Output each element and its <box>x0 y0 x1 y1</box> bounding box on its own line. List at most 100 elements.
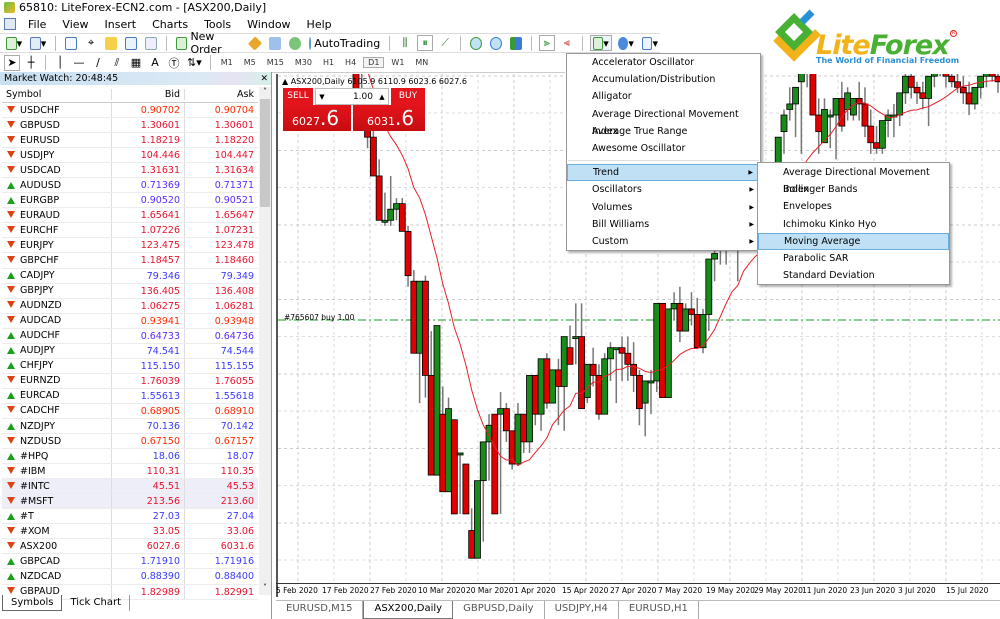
navigator-button[interactable] <box>103 35 119 51</box>
submenu-item-standard-deviation[interactable]: Standard Deviation <box>758 267 949 284</box>
trade-line-label[interactable]: #765607 buy 1.00 <box>284 313 354 322</box>
timeframe-m30[interactable]: M30 <box>291 58 316 67</box>
market-watch-row[interactable]: CADCHF 0.68905 0.68910 <box>2 403 258 419</box>
timeframe-mn[interactable]: MN <box>411 58 432 67</box>
menu-tools[interactable]: Tools <box>196 18 239 31</box>
terminal-button[interactable] <box>123 35 139 51</box>
scroll-thumb[interactable] <box>260 99 270 207</box>
lot-size-value[interactable]: 1.00 <box>328 92 376 102</box>
lot-size-field[interactable]: ▼ 1.00 ▲ <box>315 88 389 105</box>
market-watch-row[interactable]: #INTC 45.51 45.53 <box>2 479 258 495</box>
menu-item-accumulation-distribution[interactable]: Accumulation/Distribution <box>567 71 760 88</box>
market-watch-row[interactable]: GBPCAD 1.71910 1.71916 <box>2 554 258 570</box>
timeframe-h1[interactable]: H1 <box>319 58 338 67</box>
menu-item-awesome-oscillator[interactable]: Awesome Oscillator <box>567 140 760 157</box>
indicators-button[interactable]: ▾ <box>589 35 612 51</box>
market-watch-row[interactable]: #T 27.03 27.04 <box>2 509 258 525</box>
chart-tab-eurusd-m15[interactable]: EURUSD,M15 <box>276 601 364 619</box>
periods-button[interactable]: ▾ <box>616 35 636 51</box>
sell-price[interactable]: 6027.6 <box>283 105 351 131</box>
submenu-item-moving-average[interactable]: Moving Average <box>758 232 949 250</box>
zoom-in-button[interactable] <box>468 35 484 51</box>
zoom-out-button[interactable] <box>488 35 504 51</box>
menu-item-trend[interactable]: Trend ▶ <box>567 164 760 182</box>
submenu-item-ichimoku[interactable]: Ichimoku Kinko Hyo <box>758 216 949 233</box>
buy-price[interactable]: 6031.6 <box>353 105 425 131</box>
market-watch-row[interactable]: EURUSD 1.18219 1.18220 <box>2 133 258 149</box>
timeframe-h4[interactable]: H4 <box>341 58 360 67</box>
market-watch-row[interactable]: USDCHF 0.90702 0.90704 <box>2 103 258 119</box>
text-button[interactable]: A <box>147 55 163 71</box>
market-watch-row[interactable]: NZDCAD 0.88390 0.88400 <box>2 569 258 585</box>
menu-charts[interactable]: Charts <box>144 18 196 31</box>
data-window-button[interactable]: ⌖ <box>83 35 99 51</box>
market-watch-row[interactable]: #XOM 33.05 33.06 <box>2 524 258 540</box>
menu-view[interactable]: View <box>54 18 96 31</box>
market-watch-row[interactable]: AUDCHF 0.64733 0.64736 <box>2 328 258 344</box>
chart-tab-usdjpy-h4[interactable]: USDJPY,H4 <box>545 601 619 619</box>
market-watch-row[interactable]: NZDUSD 0.67150 0.67157 <box>2 434 258 450</box>
candlestick-button[interactable]: ⏸ <box>417 35 434 51</box>
fibonacci-button[interactable]: ▦ <box>128 55 144 71</box>
market-watch-row[interactable]: AUDCAD 0.93941 0.93948 <box>2 313 258 329</box>
column-ask[interactable]: Ask <box>185 89 258 100</box>
timeframe-m1[interactable]: M1 <box>217 58 237 67</box>
chart-tab-gbpusd-daily[interactable]: GBPUSD,Daily <box>453 601 545 619</box>
new-chart-button[interactable]: ▾ <box>4 35 24 51</box>
metaeditor-button[interactable] <box>247 35 263 51</box>
timeframe-d1[interactable]: D1 <box>363 57 385 68</box>
market-watch-row[interactable]: USDCAD 1.31631 1.31634 <box>2 163 258 179</box>
cursor-button[interactable]: ➤ <box>4 54 20 71</box>
timeframe-w1[interactable]: W1 <box>387 58 408 67</box>
line-chart-button[interactable]: ⟋ <box>437 35 453 51</box>
market-watch-row[interactable]: EURCAD 1.55613 1.55618 <box>2 388 258 404</box>
menu-file[interactable]: File <box>20 18 54 31</box>
tab-tick-chart[interactable]: Tick Chart <box>62 595 130 611</box>
tab-symbols[interactable]: Symbols <box>2 595 63 611</box>
market-watch-row[interactable]: EURGBP 0.90520 0.90521 <box>2 193 258 209</box>
lot-increase-icon[interactable]: ▲ <box>376 93 388 101</box>
menu-item-bill-williams[interactable]: Bill Williams ▶ <box>567 216 760 233</box>
market-watch-row[interactable]: AUDNZD 1.06275 1.06281 <box>2 298 258 314</box>
menu-item-oscillators[interactable]: Oscillators ▶ <box>567 181 760 198</box>
timeframe-m15[interactable]: M15 <box>263 58 288 67</box>
menu-help[interactable]: Help <box>299 18 340 31</box>
chart-shift-button[interactable]: ⫷ <box>559 35 575 51</box>
profiles-button[interactable]: ▾ <box>28 35 48 51</box>
tile-windows-button[interactable] <box>508 35 524 51</box>
arrows-button[interactable]: ⇅▾ <box>185 55 204 71</box>
market-watch-row[interactable]: EURJPY 123.475 123.478 <box>2 238 258 254</box>
new-order-button[interactable]: New Order <box>174 30 243 56</box>
market-watch-row[interactable]: NZDJPY 70.136 70.142 <box>2 418 258 435</box>
menu-item-custom[interactable]: Custom ▶ <box>567 233 760 250</box>
menu-item-average-true-range[interactable]: Average True Range <box>567 123 760 140</box>
market-watch-row[interactable]: GBPJPY 136.405 136.408 <box>2 283 258 299</box>
scroll-up-icon[interactable]: ˄ <box>259 87 271 99</box>
menu-item-volumes[interactable]: Volumes ▶ <box>567 199 760 216</box>
menu-item-accelerator-oscillator[interactable]: Accelerator Oscillator <box>567 54 760 71</box>
scroll-down-icon[interactable]: ˅ <box>259 583 271 595</box>
horizontal-line-button[interactable]: — <box>71 55 87 71</box>
timeframe-m5[interactable]: M5 <box>240 58 260 67</box>
chart-tab-eurusd-h1[interactable]: EURUSD,H1 <box>619 601 699 619</box>
auto-scroll-button[interactable]: ⫸ <box>538 35 555 51</box>
market-watch-scrollbar[interactable]: ˄ ˅ <box>259 87 271 595</box>
lot-decrease-icon[interactable]: ▼ <box>316 93 328 101</box>
market-watch-row[interactable]: EURAUD 1.65641 1.65647 <box>2 208 258 224</box>
menu-item-alligator[interactable]: Alligator <box>567 88 760 105</box>
market-watch-row[interactable]: ASX200 6027.6 6031.6 <box>2 539 258 555</box>
submenu-item-parabolic-sar[interactable]: Parabolic SAR <box>758 250 949 267</box>
submenu-item-bollinger-bands[interactable]: Bollinger Bands <box>758 181 949 198</box>
submenu-item-adx[interactable]: Average Directional Movement Index <box>758 164 949 195</box>
market-watch-row[interactable]: AUDJPY 74.541 74.544 <box>2 343 258 359</box>
menu-item-adx[interactable]: Average Directional Movement Index <box>567 106 760 137</box>
menu-insert[interactable]: Insert <box>97 18 145 31</box>
market-watch-button[interactable] <box>63 35 79 51</box>
document-icon[interactable] <box>4 18 16 30</box>
column-symbol[interactable]: Symbol <box>2 89 112 100</box>
chart-tab-asx200-daily[interactable]: ASX200,Daily <box>363 601 454 619</box>
buy-button[interactable]: BUY <box>391 88 425 105</box>
market-watch-row[interactable]: AUDUSD 0.71369 0.71371 <box>2 178 258 194</box>
signals-button[interactable] <box>267 35 283 51</box>
close-icon[interactable]: ✕ <box>260 74 271 84</box>
